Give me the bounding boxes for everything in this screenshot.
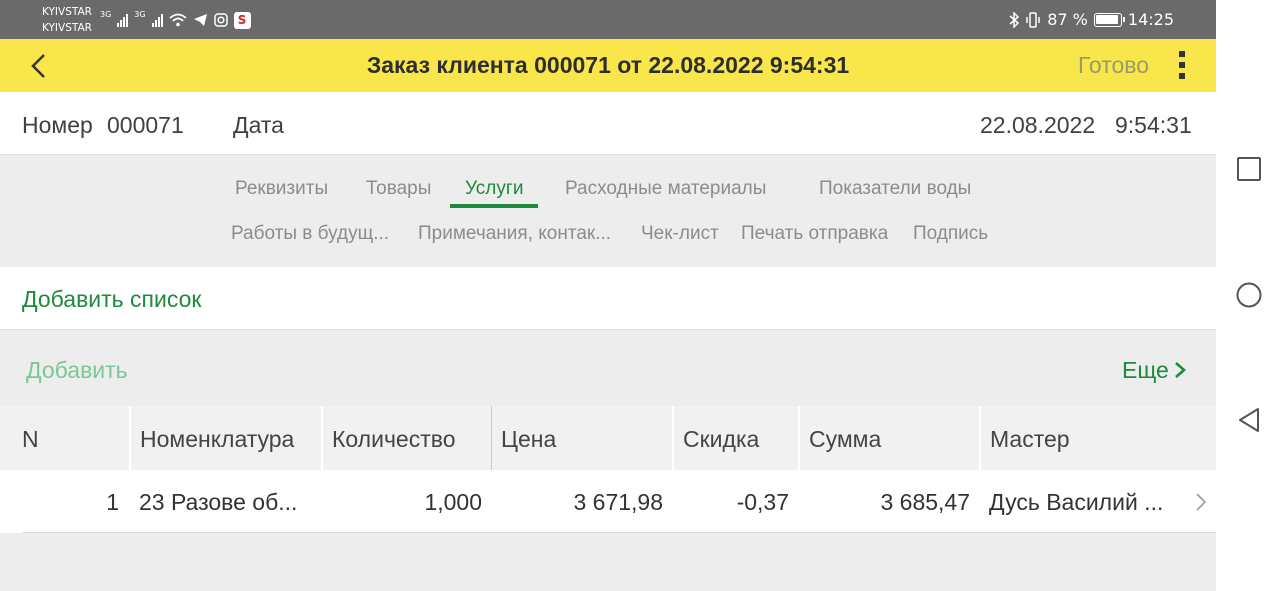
tab-services[interactable]: Услуги bbox=[465, 177, 523, 201]
time-field[interactable]: 9:54:31 bbox=[1115, 92, 1192, 158]
date-field[interactable]: 22.08.2022 bbox=[980, 92, 1095, 158]
more-vert-icon[interactable] bbox=[1170, 51, 1194, 81]
active-tab-indicator bbox=[450, 204, 538, 208]
cell-sum: 3 685,47 bbox=[880, 489, 970, 515]
clock: 14:25 bbox=[1127, 10, 1174, 29]
signal-icon bbox=[117, 13, 129, 27]
back-chevron-icon[interactable] bbox=[20, 49, 54, 83]
status-right: 87 % 14:25 bbox=[1009, 10, 1174, 29]
table-row[interactable]: 1 23 Разове об... 1,000 3 671,98 -0,37 3… bbox=[0, 470, 1216, 532]
battery-percent: 87 % bbox=[1047, 10, 1088, 29]
tab-requisites[interactable]: Реквизиты bbox=[235, 177, 328, 201]
instagram-icon bbox=[213, 13, 228, 27]
tab-consumables[interactable]: Расходные материалы bbox=[565, 177, 766, 201]
status-icons: 3G 3G S bbox=[100, 10, 251, 30]
add-list-row: Добавить список bbox=[0, 267, 1216, 330]
carrier-1: KYIVSTAR bbox=[42, 6, 92, 18]
network-type-1: 3G bbox=[100, 10, 112, 19]
tab-goods[interactable]: Товары bbox=[366, 177, 431, 201]
bluetooth-icon bbox=[1009, 11, 1020, 28]
cell-n: 1 bbox=[106, 489, 119, 515]
column-header-discount[interactable]: Скидка bbox=[672, 406, 798, 470]
column-header-price[interactable]: Цена bbox=[491, 406, 672, 470]
battery-icon bbox=[1093, 12, 1125, 27]
tab-notes-contacts[interactable]: Примечания, контак... bbox=[418, 222, 611, 246]
column-header-master[interactable]: Мастер bbox=[979, 406, 1216, 470]
column-header-n[interactable]: N bbox=[0, 406, 129, 470]
vibrate-icon bbox=[1026, 11, 1040, 28]
table-header: N Номенклатура Количество Цена Скидка Су… bbox=[0, 406, 1216, 470]
page-title: Заказ клиента 000071 от 22.08.2022 9:54:… bbox=[366, 52, 850, 78]
row-chevron-right-icon[interactable] bbox=[1195, 492, 1207, 512]
number-field[interactable]: 000071 bbox=[107, 92, 184, 158]
network-type-2: 3G bbox=[134, 10, 146, 19]
cell-nomenclature: 23 Разове об... bbox=[139, 489, 298, 515]
tab-print-send[interactable]: Печать отправка bbox=[741, 222, 888, 246]
tab-signature[interactable]: Подпись bbox=[913, 222, 988, 246]
status-bar: KYIVSTAR KYIVSTAR 3G 3G S 87 % 14:25 bbox=[0, 0, 1216, 39]
wifi-icon bbox=[169, 13, 187, 27]
add-list-button[interactable]: Добавить список bbox=[22, 267, 201, 331]
cell-price: 3 671,98 bbox=[573, 489, 663, 515]
triangle-back-icon[interactable] bbox=[1236, 407, 1262, 433]
done-button[interactable]: Готово bbox=[1078, 39, 1149, 92]
system-nav-bar bbox=[1216, 0, 1280, 591]
cell-quantity: 1,000 bbox=[424, 489, 482, 515]
add-button[interactable]: Добавить bbox=[26, 330, 128, 410]
carrier-names: KYIVSTAR KYIVSTAR bbox=[42, 4, 92, 36]
column-header-quantity[interactable]: Количество bbox=[321, 406, 491, 470]
app-header: Заказ клиента 000071 от 22.08.2022 9:54:… bbox=[0, 39, 1216, 92]
signal-icon-2 bbox=[151, 13, 163, 27]
square-icon[interactable] bbox=[1236, 156, 1262, 182]
number-label: Номер bbox=[22, 112, 93, 138]
column-header-nomenclature[interactable]: Номенклатура bbox=[129, 406, 321, 470]
chevron-right-icon[interactable] bbox=[1173, 361, 1187, 379]
column-header-sum[interactable]: Сумма bbox=[798, 406, 979, 470]
telegram-icon bbox=[193, 14, 207, 26]
table-empty-area bbox=[0, 533, 1216, 591]
tab-water-indicators[interactable]: Показатели воды bbox=[819, 177, 971, 201]
tab-bar: Реквизиты Товары Услуги Расходные матери… bbox=[0, 155, 1216, 267]
tab-future-works[interactable]: Работы в будущ... bbox=[231, 222, 389, 246]
cell-discount: -0,37 bbox=[736, 489, 789, 515]
table-toolbar: Добавить Еще bbox=[0, 330, 1216, 406]
cell-master: Дусь Василий ... bbox=[989, 489, 1164, 515]
date-label: Дата bbox=[233, 112, 284, 138]
document-info-row: Номер 000071 Дата 22.08.2022 9:54:31 bbox=[0, 92, 1216, 155]
carrier-2: KYIVSTAR bbox=[42, 22, 92, 34]
circle-icon[interactable] bbox=[1236, 282, 1262, 308]
app-notification-icon: S bbox=[233, 11, 251, 29]
tab-checklist[interactable]: Чек-лист bbox=[641, 222, 719, 246]
more-button[interactable]: Еще bbox=[1122, 330, 1169, 410]
